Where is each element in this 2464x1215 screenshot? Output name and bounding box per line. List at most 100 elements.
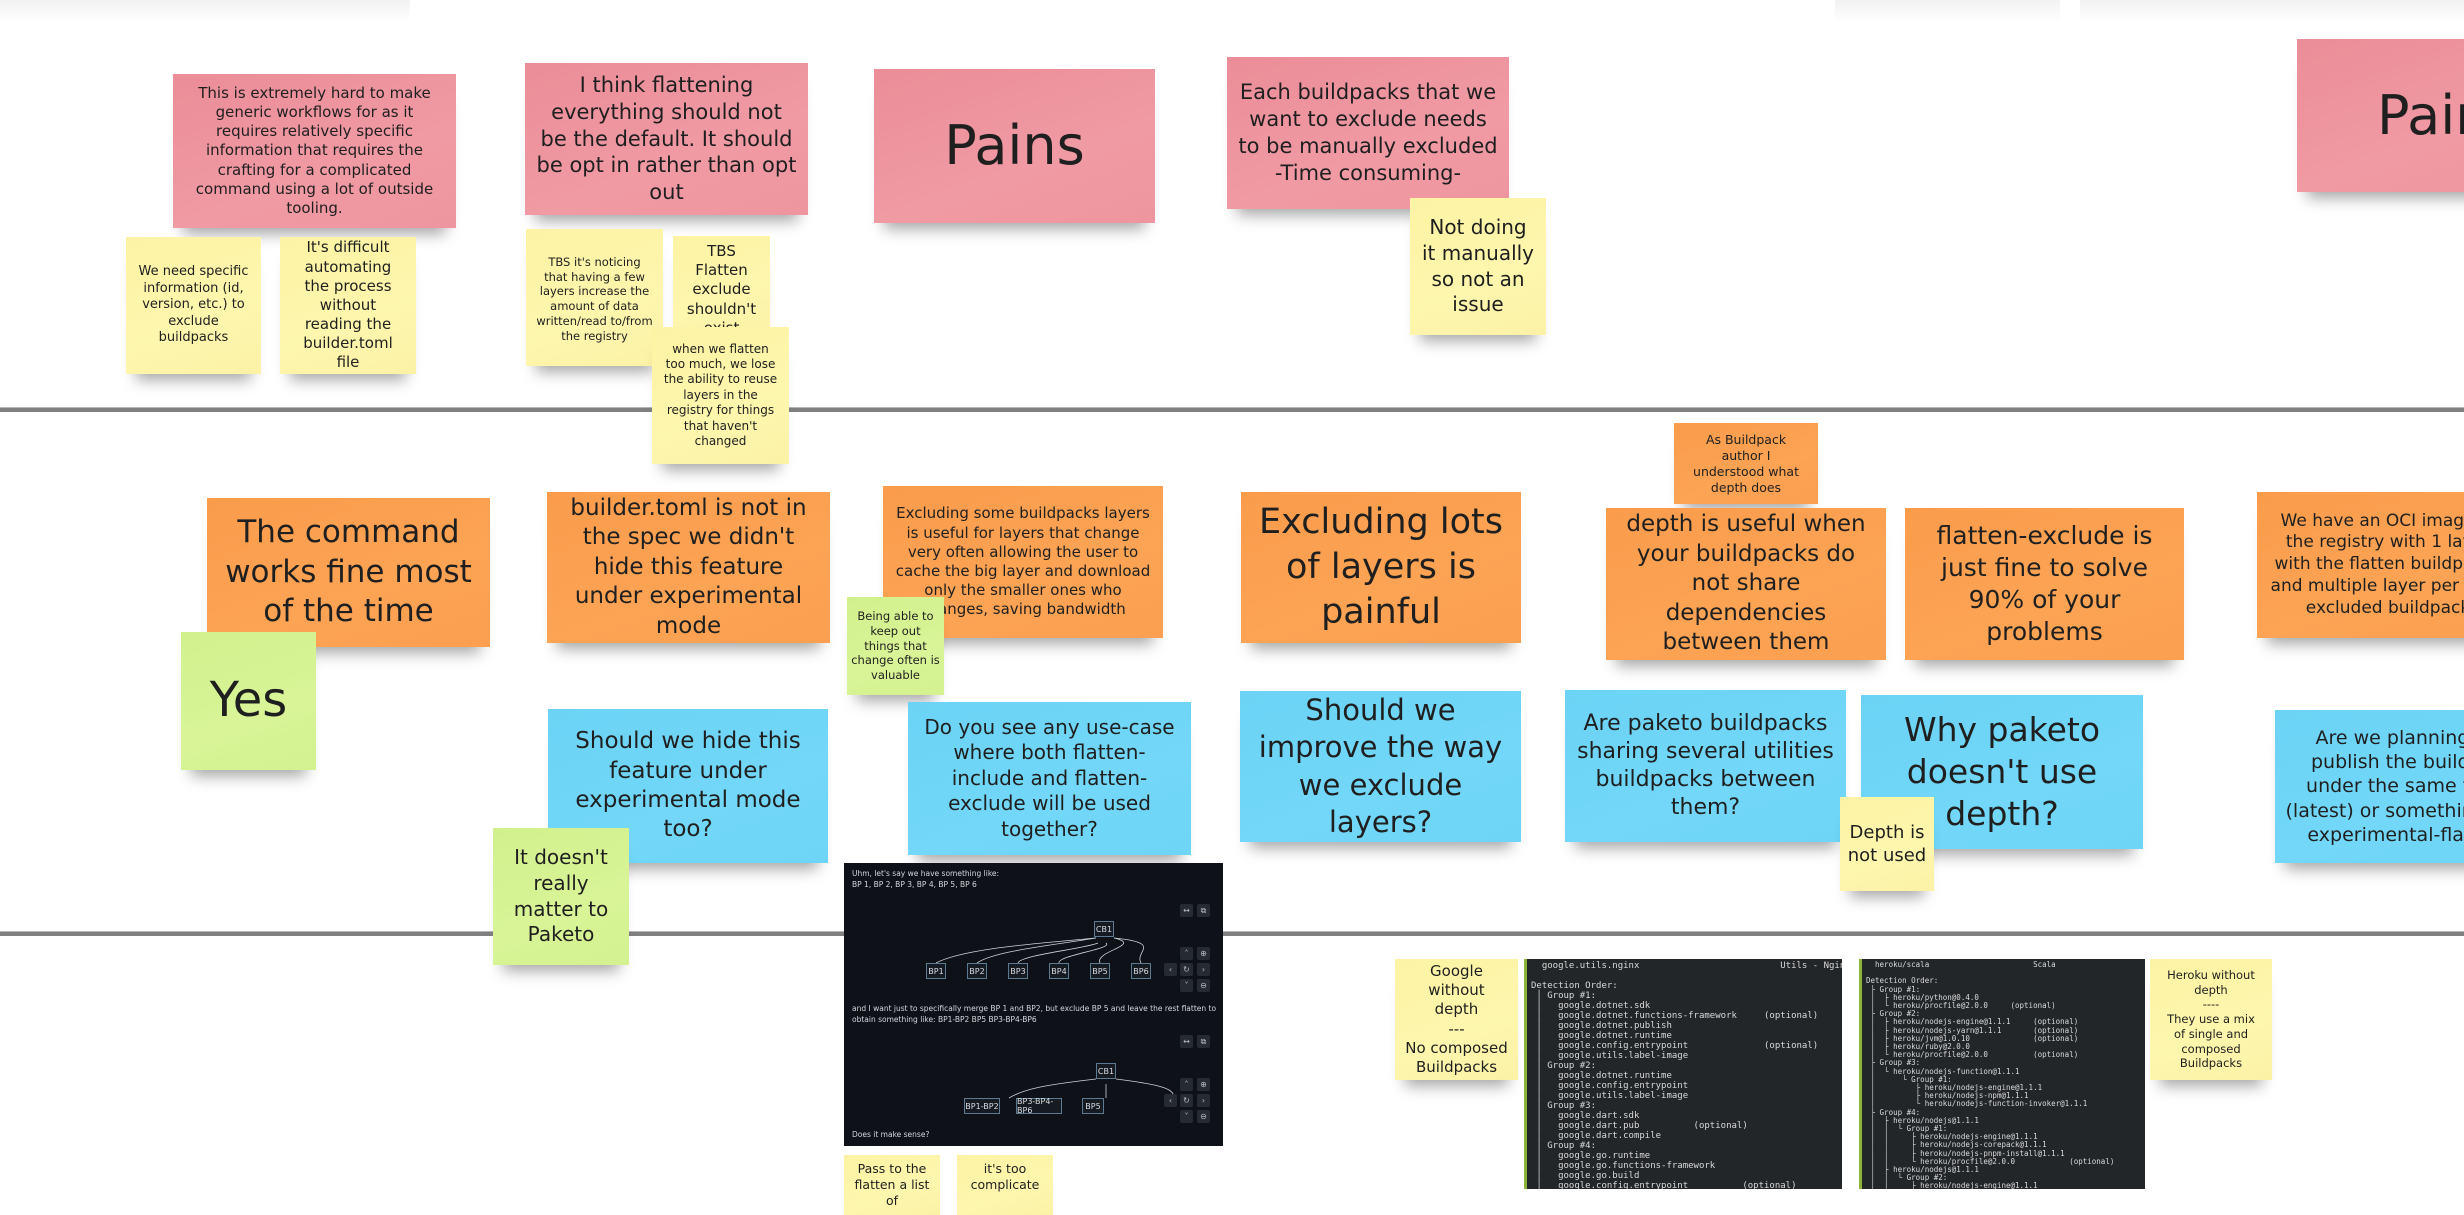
sticky-text: Google without depth --- No composed Bui… <box>1405 961 1508 1076</box>
fit-view-icon[interactable]: ↔ <box>1180 1035 1193 1048</box>
pan-right-icon[interactable]: › <box>1197 963 1210 976</box>
sticky-note[interactable]: flatten-exclude is just fine to solve 90… <box>1905 508 2184 660</box>
section-title-sticky[interactable]: Pains <box>874 69 1155 223</box>
tree-child-node: BP1 <box>926 963 946 979</box>
sticky-text: Excluding lots of layers is painful <box>1259 502 1503 632</box>
pan-right-icon[interactable]: › <box>1197 1094 1210 1107</box>
sticky-text: The command works fine most of the time <box>225 513 472 630</box>
sticky-text: It's difficult automating the process wi… <box>303 238 393 372</box>
sticky-note[interactable]: It doesn't really matter to Paketo <box>493 828 629 965</box>
terminal-screenshot-google[interactable]: google.utils.nginx Utils - Nginx Detecti… <box>1524 959 1842 1189</box>
sticky-text: when we flatten too much, we lose the ab… <box>663 341 778 448</box>
sticky-text: This is extremely hard to make generic w… <box>195 83 434 217</box>
sticky-note[interactable]: TBS Flatten exclude shouldn't exist <box>673 236 770 337</box>
section-divider <box>0 407 2464 412</box>
tree-child-node: BP4 <box>1049 963 1069 979</box>
sticky-text: flatten-exclude is just fine to solve 90… <box>1936 521 2153 646</box>
sticky-note[interactable]: it's too complicate <box>957 1155 1053 1215</box>
tree-child-node: BP3 <box>1008 963 1028 979</box>
sticky-text: Are paketo buildpacks sharing several ut… <box>1577 710 1834 821</box>
sticky-text: Do you see any use-case where both flatt… <box>924 714 1175 841</box>
sticky-text: Are we planning to publish the builders … <box>2285 726 2464 846</box>
sticky-text: It doesn't really matter to Paketo <box>513 845 609 947</box>
terminal-output: heroku/scala Scala Detection Order: ├ Gr… <box>1866 960 2115 1189</box>
sticky-note[interactable]: Yes <box>181 632 316 770</box>
pan-up-icon[interactable]: ˄ <box>1180 947 1193 960</box>
sticky-note[interactable]: Depth is not used <box>1840 797 1934 891</box>
sticky-text: Depth is not used <box>1847 821 1927 866</box>
sticky-note[interactable]: This is extremely hard to make generic w… <box>173 74 456 228</box>
pan-left-icon[interactable]: ‹ <box>1164 1094 1177 1107</box>
offscreen-shadow <box>0 0 410 22</box>
tree-child-node: BP6 <box>1131 963 1151 979</box>
sticky-note[interactable]: when we flatten too much, we lose the ab… <box>652 327 789 464</box>
sticky-note[interactable]: depth is useful when your buildpacks do … <box>1606 508 1886 660</box>
sticky-note[interactable]: Excluding lots of layers is painful <box>1241 492 1521 643</box>
diagram-middle-text: and I want just to specifically merge BP… <box>852 1004 1217 1025</box>
sticky-note[interactable]: We have an OCI image in the registry wit… <box>2257 492 2464 638</box>
sticky-note[interactable]: Are paketo buildpacks sharing several ut… <box>1565 690 1846 842</box>
sticky-text: builder.toml is not in the spec we didn'… <box>570 494 807 639</box>
section-title-sticky[interactable]: Pains <box>2297 39 2464 192</box>
offscreen-shadow <box>1835 0 2060 22</box>
sticky-text: We need specific information (id, versio… <box>138 263 249 346</box>
tree-edge <box>1017 942 1099 964</box>
tree-child-node: BP3-BP4-BP6 <box>1016 1097 1062 1115</box>
sticky-note[interactable]: Google without depth --- No composed Bui… <box>1395 959 1518 1080</box>
zoom-in-icon[interactable]: ⊕ <box>1197 1078 1210 1091</box>
terminal-screenshot-heroku[interactable]: heroku/scala Scala Detection Order: ├ Gr… <box>1859 959 2145 1189</box>
sticky-text: Being able to keep out things that chang… <box>851 609 940 683</box>
sticky-text: depth is useful when your buildpacks do … <box>1626 511 1866 656</box>
sticky-text: Yes <box>209 672 288 729</box>
sticky-text: Should we improve the way we exclude lay… <box>1258 693 1503 839</box>
sticky-text: Not doing it manually so not an issue <box>1421 215 1535 317</box>
copy-icon[interactable]: ⧉ <box>1197 1035 1210 1048</box>
sticky-note[interactable]: Being able to keep out things that chang… <box>847 597 944 695</box>
sticky-note[interactable]: It's difficult automating the process wi… <box>280 237 416 374</box>
sticky-text: TBS Flatten exclude shouldn't exist <box>686 242 757 337</box>
sticky-note[interactable]: I think flattening everything should not… <box>525 63 808 215</box>
sticky-text: We have an OCI image in the registry wit… <box>2270 510 2464 618</box>
sticky-note[interactable]: Each buildpacks that we want to exclude … <box>1227 57 1509 209</box>
sticky-text: TBS it's noticing that having a few laye… <box>536 255 653 343</box>
sticky-text: it's too complicate <box>970 1161 1040 1192</box>
terminal-output: google.utils.nginx Utils - Nginx Detecti… <box>1531 961 1842 1189</box>
sticky-text: Pains <box>2377 83 2464 147</box>
tree-root-node: CB1 <box>1096 1063 1116 1079</box>
sticky-text: Each buildpacks that we want to exclude … <box>1238 80 1498 185</box>
sticky-note[interactable]: We need specific information (id, versio… <box>126 237 261 374</box>
sticky-note[interactable]: The command works fine most of the time <box>207 498 490 647</box>
pan-down-icon[interactable]: ˅ <box>1180 1110 1193 1123</box>
sticky-note[interactable]: As Buildpack author I understood what de… <box>1674 423 1818 504</box>
sticky-note[interactable]: Are we planning to publish the builders … <box>2275 710 2464 863</box>
sticky-text: Pass to the flatten a list of <box>854 1161 930 1208</box>
pan-down-icon[interactable]: ˅ <box>1180 979 1193 992</box>
sticky-text: Pains <box>944 114 1085 178</box>
sticky-text: As Buildpack author I understood what de… <box>1693 431 1799 495</box>
sticky-note[interactable]: Should we improve the way we exclude lay… <box>1240 691 1521 842</box>
tree-child-node: BP1-BP2 <box>964 1098 1000 1114</box>
tree-child-node: BP5 <box>1090 963 1110 979</box>
sticky-note[interactable]: builder.toml is not in the spec we didn'… <box>547 492 830 643</box>
sticky-note[interactable]: Not doing it manually so not an issue <box>1410 198 1546 335</box>
tree-edge <box>1008 1078 1097 1099</box>
pan-up-icon[interactable]: ˄ <box>1180 1078 1193 1091</box>
diagram-screenshot[interactable]: Uhm, let's say we have something like: B… <box>844 863 1223 1146</box>
zoom-out-icon[interactable]: ⊖ <box>1197 1110 1210 1123</box>
zoom-out-icon[interactable]: ⊖ <box>1197 979 1210 992</box>
tree-child-node: BP2 <box>967 963 987 979</box>
reset-view-icon[interactable]: ↻ <box>1180 963 1193 976</box>
zoom-in-icon[interactable]: ⊕ <box>1197 947 1210 960</box>
sticky-note[interactable]: TBS it's noticing that having a few laye… <box>526 229 663 366</box>
offscreen-shadow <box>2080 0 2464 22</box>
diagram-outro-text: Does it make sense? <box>852 1130 930 1139</box>
tree-edge <box>1099 937 1124 964</box>
reset-view-icon[interactable]: ↻ <box>1180 1094 1193 1107</box>
sticky-note[interactable]: Pass to the flatten a list of <box>844 1155 940 1215</box>
sticky-note[interactable]: Heroku without depth ---- They use a mix… <box>2150 959 2272 1080</box>
tree-edge <box>976 937 1097 964</box>
sticky-note[interactable]: Do you see any use-case where both flatt… <box>908 702 1191 855</box>
sticky-text: I think flattening everything should not… <box>536 72 797 205</box>
pan-left-icon[interactable]: ‹ <box>1164 963 1177 976</box>
sticky-text: Heroku without depth ---- They use a mix… <box>2167 967 2255 1071</box>
